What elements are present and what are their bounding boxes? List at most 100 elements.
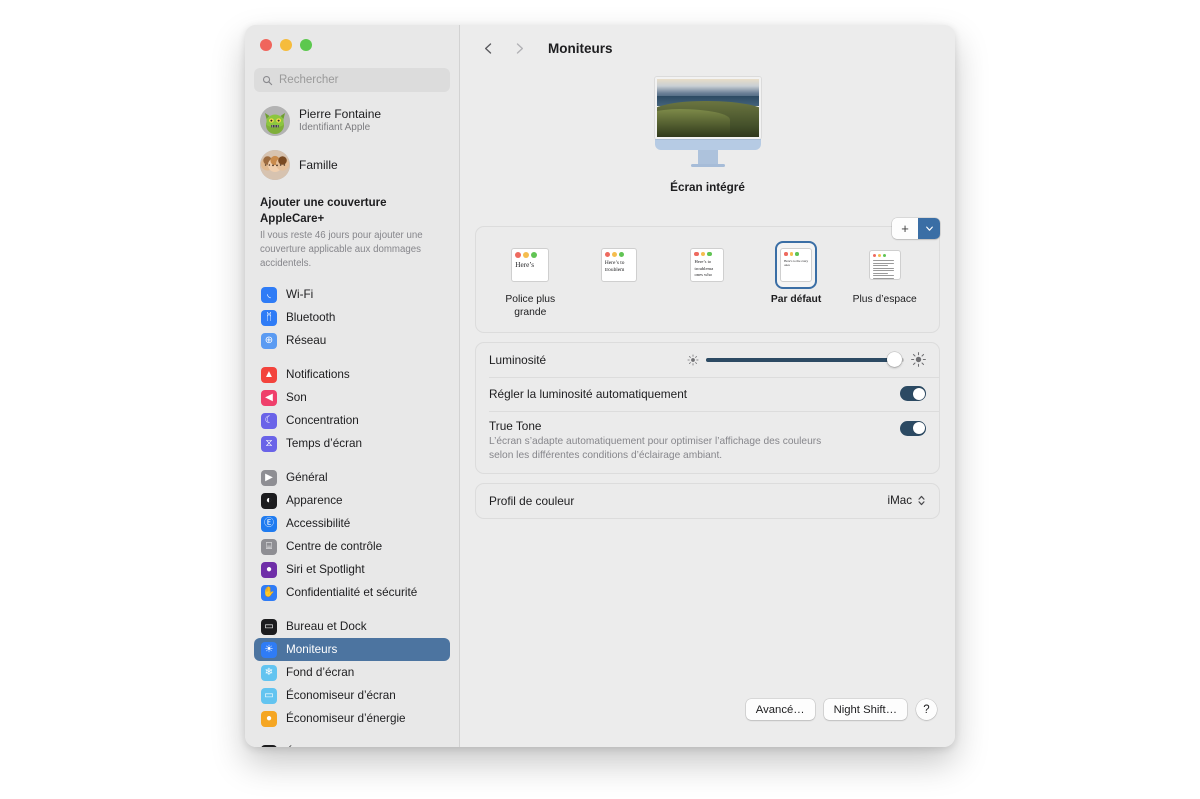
sidebar-item-temps-d-cran[interactable]: ⧖ Temps d’écran	[254, 432, 450, 455]
chevron-left-icon	[484, 42, 492, 54]
resolution-thumbnail-wrap: Here’s to troublem	[598, 241, 640, 289]
sidebar-item-r-seau[interactable]: ⊕ Réseau	[254, 329, 450, 352]
resolution-option-label: Par défaut	[770, 294, 822, 305]
desktop-dock-icon: ▭	[261, 618, 277, 635]
family-row[interactable]: Famille	[254, 144, 450, 186]
resolution-thumbnail: Here’s to troublema ones who	[690, 248, 725, 282]
sidebar-group-3: ▭ Bureau et Dock ☀ Moniteurs ❄ Fond d’écran ▭ É…	[254, 615, 450, 730]
sidebar-item-notifications[interactable]: ▲ Notifications	[254, 363, 450, 386]
auto-brightness-row: Régler la luminosité automatiquement	[476, 376, 939, 411]
thumbnail-traffic-dot	[604, 252, 610, 257]
sidebar-item-label: Économiseur d’énergie	[286, 712, 406, 726]
sidebar-item-wi-fi[interactable]: ◟ Wi-Fi	[254, 283, 450, 306]
sidebar-item-label: Réseau	[286, 334, 327, 348]
applecare-promo[interactable]: Ajouter une couverture AppleCare+ Il vou…	[254, 186, 450, 272]
appearance-icon: ◐	[261, 492, 277, 509]
sidebar-item-son[interactable]: ◀ Son	[254, 386, 450, 409]
control-center-icon: ⌸	[261, 538, 277, 555]
sidebar-item-conomiseur-d-nergie[interactable]: ● Économiseur d’énergie	[254, 707, 450, 730]
search-input[interactable]	[279, 74, 442, 86]
brightness-slider-wrap[interactable]	[687, 352, 926, 368]
sidebar-item-label: Général	[286, 471, 328, 485]
thumbnail-text-line	[872, 260, 894, 261]
toolbar: Moniteurs	[460, 25, 955, 71]
thumbnail-text-line	[872, 270, 894, 271]
sidebar-item-centre-de-contr-le[interactable]: ⌸ Centre de contrôle	[254, 535, 450, 558]
sidebar-item-g-n-ral[interactable]: ▶ Général	[254, 466, 450, 489]
system-settings-window: Pierre Fontaine Identifiant Apple Famill…	[245, 25, 955, 747]
thumbnail-traffic-dot	[694, 252, 699, 257]
auto-brightness-toggle[interactable]	[900, 386, 926, 402]
thumbnail-traffic-dot	[531, 252, 538, 258]
brightness-high-icon	[911, 352, 926, 368]
apple-id-account-row[interactable]: Pierre Fontaine Identifiant Apple	[254, 100, 450, 142]
sidebar-item-confidentialit-et-s-curit[interactable]: ✋ Confidentialité et sécurité	[254, 581, 450, 604]
night-shift-button[interactable]: Night Shift…	[823, 699, 907, 720]
imac-display-preview[interactable]	[654, 77, 761, 167]
search-field[interactable]	[254, 68, 450, 92]
true-tone-label: True Tone	[489, 418, 542, 433]
accessibility-icon: Ⓔ	[261, 515, 277, 532]
sidebar-item-accessibilit[interactable]: Ⓔ Accessibilité	[254, 512, 450, 535]
resolution-thumbnail-wrap: Here’s to the crazy ones	[775, 241, 818, 289]
sidebar-item-moniteurs[interactable]: ☀ Moniteurs	[254, 638, 450, 662]
sidebar-item-label: Wi-Fi	[286, 288, 314, 302]
thumbnail-traffic-dot	[515, 252, 522, 258]
zoom-button[interactable]	[300, 39, 312, 51]
thumbnail-text-line	[872, 265, 888, 266]
thumbnail-text: Here’s to troublem	[602, 259, 636, 275]
thumbnail-text-line	[872, 267, 894, 269]
thumbnail-traffic-dot	[611, 252, 617, 257]
thumbnail-traffic-dot	[789, 252, 794, 256]
brightness-slider-knob[interactable]	[886, 352, 902, 368]
thumbnail-titlebar	[512, 249, 548, 260]
sidebar-item-bureau-et-dock[interactable]: ▭ Bureau et Dock	[254, 615, 450, 638]
account-subtitle: Identifiant Apple	[299, 122, 371, 134]
window-controls	[254, 25, 450, 51]
brightness-slider[interactable]	[706, 352, 904, 368]
bottom-button-bar: Avancé… Night Shift… ?	[745, 699, 937, 720]
sidebar-item-label: Confidentialité et sécurité	[286, 586, 418, 600]
lock-screen-icon: ▮	[261, 744, 277, 747]
family-avatar	[260, 150, 290, 180]
resolution-option-label: Police plus grande	[505, 294, 556, 318]
sidebar-item-cran-verrouill[interactable]: ▮ Écran verrouillé	[254, 741, 450, 747]
sidebar-item-bluetooth[interactable]: ᛗ Bluetooth	[254, 306, 450, 329]
sidebar-item-apparence[interactable]: ◐ Apparence	[254, 489, 450, 512]
minimize-button[interactable]	[280, 39, 292, 51]
color-profile-label: Profil de couleur	[489, 493, 575, 508]
screen-time-hourglass-icon: ⧖	[261, 435, 277, 452]
notifications-bell-icon: ▲	[261, 366, 277, 383]
help-button[interactable]: ?	[916, 699, 937, 720]
add-display-menu-button[interactable]	[918, 218, 940, 239]
forward-button[interactable]	[511, 40, 528, 57]
close-button[interactable]	[260, 39, 272, 51]
resolution-option-4[interactable]: Plus d’espace	[843, 241, 927, 307]
resolution-option-0[interactable]: Here’s Police plus grande	[488, 241, 572, 320]
applecare-body: Il vous reste 46 jours pour ajouter une …	[260, 230, 423, 269]
resolution-option-2[interactable]: Here’s to troublema ones who	[665, 241, 749, 294]
add-display-control[interactable]: +	[892, 218, 940, 239]
advanced-button[interactable]: Avancé…	[745, 699, 815, 720]
page-title: Moniteurs	[548, 40, 613, 56]
resolution-option-label: Plus d’espace	[852, 294, 917, 305]
back-button[interactable]	[480, 40, 497, 57]
resolution-options: Here’s Police plus grande Here’s to troubl…	[486, 241, 929, 320]
thumbnail-traffic-dot	[707, 252, 712, 257]
brightness-card: Luminosité Régler la luminosité automati…	[475, 341, 940, 474]
thumbnail-traffic-dot	[877, 254, 881, 257]
sidebar-item-fond-d-cran[interactable]: ❄ Fond d’écran	[254, 661, 450, 684]
search-icon	[262, 75, 273, 85]
chevron-right-icon	[516, 42, 524, 54]
sidebar-item-conomiseur-d-cran[interactable]: ▭ Économiseur d’écran	[254, 684, 450, 707]
resolution-option-1[interactable]: Here’s to troublem	[577, 241, 661, 294]
sidebar-item-concentration[interactable]: ☾ Concentration	[254, 409, 450, 432]
sidebar-item-label: Accessibilité	[286, 517, 351, 531]
true-tone-toggle[interactable]	[900, 420, 926, 436]
sidebar-item-siri-et-spotlight[interactable]: ● Siri et Spotlight	[254, 558, 450, 581]
resolution-option-3[interactable]: Here’s to the crazy ones Par défaut	[754, 241, 838, 307]
color-profile-popup[interactable]: iMac	[888, 494, 926, 507]
add-display-button[interactable]: +	[892, 218, 918, 239]
resolution-card: Here’s Police plus grande Here’s to troubl…	[475, 226, 940, 333]
wallpaper-icon: ❄	[261, 664, 277, 681]
